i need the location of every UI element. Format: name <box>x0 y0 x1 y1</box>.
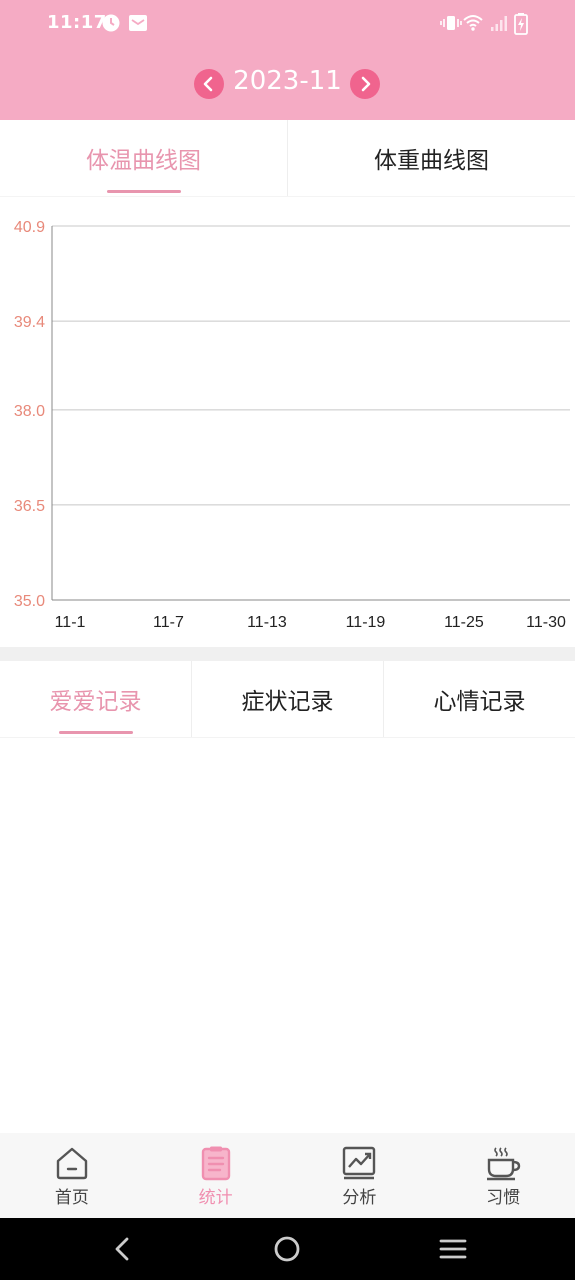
section-divider <box>0 647 575 661</box>
wifi-icon <box>463 15 483 31</box>
temperature-chart: 40.9 39.4 38.0 36.5 35.0 11-1 11-7 11-13 11-19 11… <box>0 196 575 647</box>
home-icon <box>56 1147 88 1180</box>
nav-statistics[interactable]: 统计 <box>144 1133 288 1218</box>
nav-home[interactable]: 首页 <box>0 1133 144 1218</box>
app-header: 11:17 2023-11 <box>0 0 575 120</box>
record-tabs-border <box>0 737 575 738</box>
x-tick-label: 11-7 <box>153 614 184 631</box>
status-bar: 11:17 <box>0 0 575 48</box>
x-tick-label: 11-19 <box>346 614 386 631</box>
system-navigation-bar <box>0 1218 575 1280</box>
tab-label: 症状记录 <box>241 689 334 715</box>
clock-icon <box>102 14 120 32</box>
tab-weight-chart[interactable]: 体重曲线图 <box>288 120 575 196</box>
battery-icon <box>514 13 528 35</box>
back-icon[interactable] <box>108 1235 136 1263</box>
y-tick-label: 36.5 <box>14 498 45 515</box>
bottom-navigation: 首页 统计 分析 习惯 <box>0 1133 575 1218</box>
temperature-line-chart: 40.9 39.4 38.0 36.5 35.0 11-1 11-7 11-13 11-19 11… <box>14 219 570 631</box>
nav-habits[interactable]: 习惯 <box>431 1133 575 1218</box>
y-tick-label: 40.9 <box>14 219 45 236</box>
nav-label: 习惯 <box>486 1188 521 1208</box>
nav-analysis[interactable]: 分析 <box>288 1133 432 1218</box>
y-tick-label: 35.0 <box>14 593 45 610</box>
x-tick-label: 11-30 <box>526 614 566 631</box>
coffee-cup-icon <box>487 1147 521 1181</box>
tab-label: 心情记录 <box>433 689 526 715</box>
clipboard-icon <box>201 1146 230 1181</box>
menu-icon[interactable] <box>438 1235 468 1263</box>
vibrate-icon <box>440 16 462 30</box>
record-tabs: 爱爱记录 症状记录 心情记录 <box>0 661 575 737</box>
x-tick-label: 11-25 <box>444 614 484 631</box>
tab-label: 体重曲线图 <box>374 148 489 174</box>
nav-label: 首页 <box>54 1188 89 1208</box>
nav-label: 分析 <box>342 1188 377 1208</box>
tab-love-record[interactable]: 爱爱记录 <box>0 661 191 737</box>
mail-icon <box>129 15 147 31</box>
next-month-button[interactable] <box>350 69 380 99</box>
tab-label: 体温曲线图 <box>86 148 201 174</box>
tab-symptom-record[interactable]: 症状记录 <box>192 661 383 737</box>
tab-label: 爱爱记录 <box>49 689 142 715</box>
chevron-right-icon <box>361 76 371 92</box>
active-tab-indicator <box>58 731 133 734</box>
current-month: 2023-11 <box>233 66 342 96</box>
signal-icon <box>491 16 507 31</box>
analysis-chart-icon <box>343 1146 376 1180</box>
x-tick-label: 11-1 <box>55 614 86 631</box>
tab-temperature-chart[interactable]: 体温曲线图 <box>0 120 287 196</box>
nav-label: 统计 <box>198 1188 233 1208</box>
tab-mood-record[interactable]: 心情记录 <box>384 661 575 737</box>
month-navigator: 2023-11 <box>0 62 575 106</box>
status-time: 11:17 <box>47 12 107 33</box>
y-tick-label: 39.4 <box>14 314 45 331</box>
x-tick-label: 11-13 <box>247 614 287 631</box>
home-circle-icon[interactable] <box>273 1235 301 1263</box>
chart-tabs: 体温曲线图 体重曲线图 <box>0 120 575 196</box>
active-tab-indicator <box>106 190 181 193</box>
y-tick-label: 38.0 <box>14 403 45 420</box>
